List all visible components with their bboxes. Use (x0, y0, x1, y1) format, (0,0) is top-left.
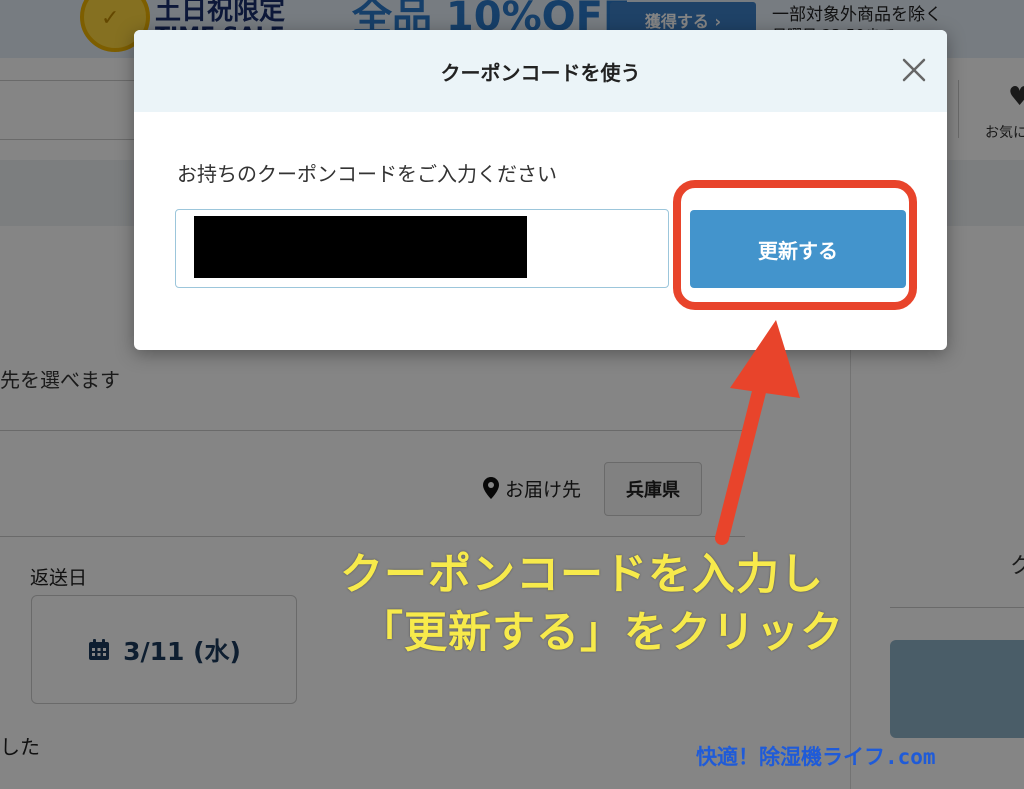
instruction-line-1: クーポンコードを入力し (340, 550, 824, 600)
modal-header: クーポンコードを使う (134, 30, 947, 112)
coupon-code-input[interactable] (175, 209, 669, 288)
modal-title: クーポンコードを使う (440, 60, 641, 85)
close-icon[interactable] (898, 54, 930, 86)
site-watermark: 快適！除湿機ライフ.com (696, 745, 936, 769)
coupon-prompt: お持ちのクーポンコードをご入力ください (177, 162, 557, 186)
instruction-line-2: 「更新する」をクリック (360, 608, 844, 658)
redacted-coupon-code (194, 216, 527, 278)
highlight-frame (673, 180, 917, 310)
